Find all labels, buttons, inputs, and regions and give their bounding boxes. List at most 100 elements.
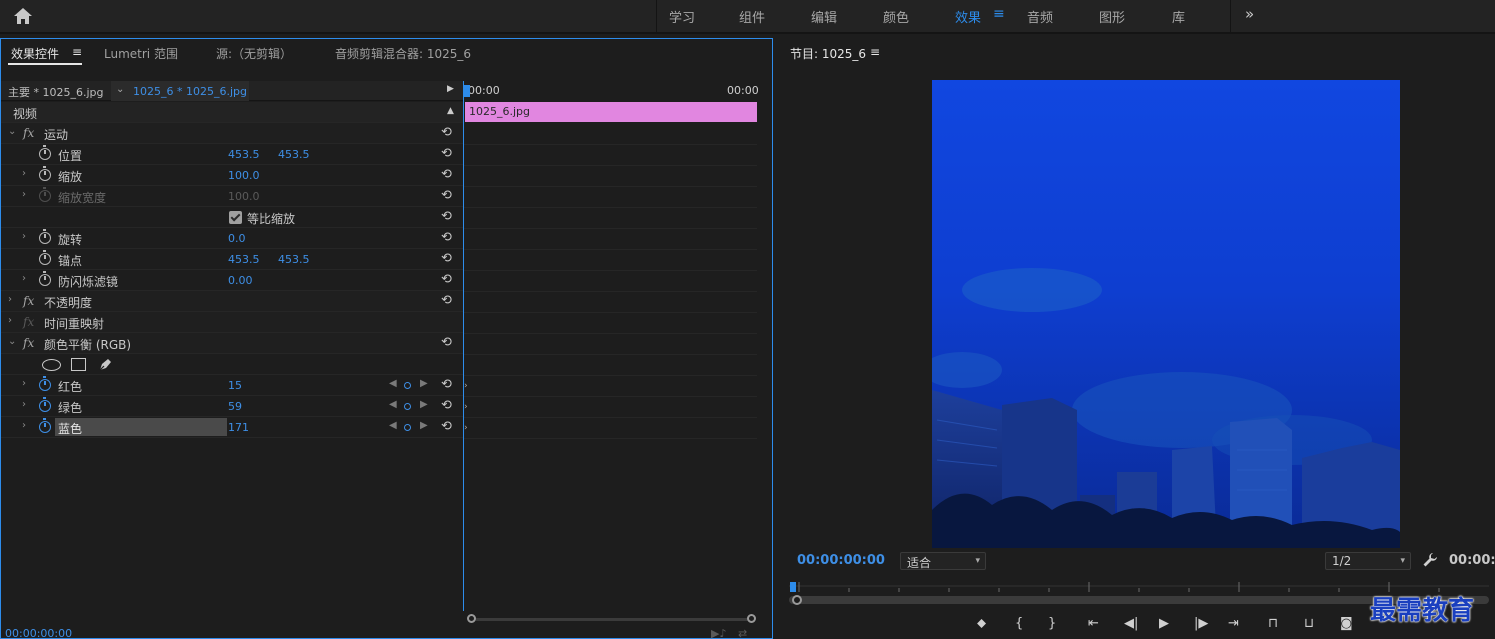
wrench-icon[interactable]: [1422, 552, 1438, 568]
reset-icon[interactable]: ⟲: [441, 188, 452, 203]
position-y-value[interactable]: 453.5: [278, 148, 310, 161]
keyframe-marker-icon[interactable]: ›: [464, 381, 468, 391]
anchor-y-value[interactable]: 453.5: [278, 253, 310, 266]
workspace-learn[interactable]: 学习: [669, 7, 695, 26]
green-value[interactable]: 59: [228, 400, 242, 413]
workspace-effects[interactable]: 效果: [955, 7, 981, 26]
lift-button[interactable]: ⊓: [1268, 616, 1278, 631]
chevron-down-icon[interactable]: ⌄: [8, 126, 16, 137]
tab-source[interactable]: 源:（无剪辑）: [216, 45, 292, 62]
chevron-right-icon[interactable]: ›: [22, 399, 26, 410]
anti-flicker-value[interactable]: 0.00: [228, 274, 253, 287]
program-title[interactable]: 节目: 1025_6: [790, 45, 866, 62]
tab-effect-controls[interactable]: 效果控件: [11, 45, 59, 62]
out-point-button[interactable]: }: [1048, 616, 1056, 631]
play-clip-icon[interactable]: ▶: [447, 84, 454, 94]
keyframe-marker-icon[interactable]: ›: [464, 402, 468, 412]
prev-keyframe-icon[interactable]: ◀: [389, 420, 397, 431]
home-icon[interactable]: [12, 6, 34, 26]
current-timecode[interactable]: 00:00:00:00: [5, 627, 72, 639]
prev-keyframe-icon[interactable]: ◀: [389, 399, 397, 410]
program-timecode[interactable]: 00:00:00:00: [797, 553, 885, 568]
effect-color-balance-row[interactable]: ⌄ fx 颜色平衡 (RGB) ⟲: [1, 333, 463, 354]
tab-audio-clip-mixer[interactable]: 音频剪辑混合器: 1025_6: [335, 45, 471, 62]
workspace-audio[interactable]: 音频: [1027, 7, 1053, 26]
workspace-assembly[interactable]: 组件: [739, 7, 765, 26]
effect-timeline-ruler[interactable]: 00:00 00:00: [464, 81, 759, 101]
go-to-out-button[interactable]: ⇥: [1228, 616, 1239, 631]
prev-keyframe-icon[interactable]: ◀: [389, 378, 397, 389]
next-keyframe-icon[interactable]: ▶: [420, 420, 428, 431]
pen-mask-icon[interactable]: [97, 357, 113, 373]
resolution-dropdown[interactable]: 1/2 ▾: [1325, 552, 1411, 570]
playhead[interactable]: [464, 85, 470, 97]
zoom-handle-left[interactable]: [792, 595, 802, 605]
effect-motion-row[interactable]: ⌄ fx 运动 ⟲: [1, 123, 463, 144]
chevron-down-icon[interactable]: ⌄: [116, 84, 124, 95]
stopwatch-icon[interactable]: [39, 166, 51, 181]
reset-icon[interactable]: ⟲: [441, 419, 452, 434]
go-to-in-button[interactable]: ⇤: [1088, 616, 1099, 631]
export-frame-button[interactable]: ◙: [1340, 616, 1353, 631]
reset-icon[interactable]: ⟲: [441, 272, 452, 287]
zoom-scrollbar[interactable]: [475, 618, 749, 621]
stopwatch-icon[interactable]: [39, 376, 51, 391]
stopwatch-icon[interactable]: [39, 418, 51, 433]
panel-split[interactable]: [463, 81, 464, 611]
ellipse-mask-icon[interactable]: [42, 359, 61, 371]
fx-icon[interactable]: fx: [23, 126, 34, 140]
chevron-right-icon[interactable]: ›: [22, 189, 26, 200]
chevron-right-icon[interactable]: ›: [22, 273, 26, 284]
rectangle-mask-icon[interactable]: [71, 358, 86, 371]
workspace-editing[interactable]: 编辑: [811, 7, 837, 26]
chevron-right-icon[interactable]: ›: [8, 315, 12, 326]
add-keyframe-icon[interactable]: [404, 403, 411, 410]
add-keyframe-icon[interactable]: [404, 382, 411, 389]
anchor-x-value[interactable]: 453.5: [228, 253, 260, 266]
zoom-handle-right[interactable]: [747, 614, 756, 623]
more-workspaces-icon[interactable]: »: [1245, 5, 1254, 23]
stopwatch-icon[interactable]: [39, 145, 51, 160]
stopwatch-icon[interactable]: [39, 271, 51, 286]
reset-icon[interactable]: ⟲: [441, 377, 452, 392]
workspace-menu-icon[interactable]: ≡: [993, 6, 1005, 22]
uniform-scale-checkbox[interactable]: [229, 211, 242, 224]
next-keyframe-icon[interactable]: ▶: [420, 378, 428, 389]
step-back-button[interactable]: ◀|: [1124, 616, 1138, 631]
chevron-right-icon[interactable]: ›: [22, 420, 26, 431]
keyframe-marker-icon[interactable]: ›: [464, 423, 468, 433]
loop-icon[interactable]: ⇄: [738, 627, 747, 639]
chevron-down-icon[interactable]: ⌄: [8, 336, 16, 347]
next-keyframe-icon[interactable]: ▶: [420, 399, 428, 410]
reset-icon[interactable]: ⟲: [441, 146, 452, 161]
reset-icon[interactable]: ⟲: [441, 293, 452, 308]
fx-icon[interactable]: fx: [23, 336, 34, 350]
play-button[interactable]: ▶: [1159, 616, 1169, 631]
fit-dropdown[interactable]: 适合 ▾: [900, 552, 986, 570]
audio-scrub-icon[interactable]: ▶♪: [711, 627, 726, 639]
effect-time-remap-row[interactable]: › fx 时间重映射: [1, 312, 463, 333]
reset-icon[interactable]: ⟲: [441, 167, 452, 182]
effect-opacity-row[interactable]: › fx 不透明度 ⟲: [1, 291, 463, 312]
reset-icon[interactable]: ⟲: [441, 398, 452, 413]
add-keyframe-icon[interactable]: [404, 424, 411, 431]
workspace-color[interactable]: 颜色: [883, 7, 909, 26]
blue-value[interactable]: 171: [228, 421, 249, 434]
workspace-graphics[interactable]: 图形: [1099, 7, 1125, 26]
sequence-clip-label[interactable]: 1025_6 * 1025_6.jpg: [133, 85, 247, 98]
timeline-clip[interactable]: 1025_6.jpg: [465, 102, 757, 122]
panel-menu-icon[interactable]: ≡: [72, 45, 82, 59]
stopwatch-icon[interactable]: [39, 397, 51, 412]
stopwatch-icon[interactable]: [39, 250, 51, 265]
zoom-handle-left[interactable]: [467, 614, 476, 623]
reset-icon[interactable]: ⟲: [441, 335, 452, 350]
red-value[interactable]: 15: [228, 379, 242, 392]
chevron-right-icon[interactable]: ›: [22, 378, 26, 389]
rotation-value[interactable]: 0.0: [228, 232, 246, 245]
scroll-up-icon[interactable]: ▲: [447, 106, 454, 116]
in-point-button[interactable]: {: [1015, 616, 1023, 631]
reset-icon[interactable]: ⟲: [441, 251, 452, 266]
reset-icon[interactable]: ⟲: [441, 230, 452, 245]
chevron-right-icon[interactable]: ›: [22, 231, 26, 242]
program-preview-image[interactable]: [932, 80, 1400, 548]
